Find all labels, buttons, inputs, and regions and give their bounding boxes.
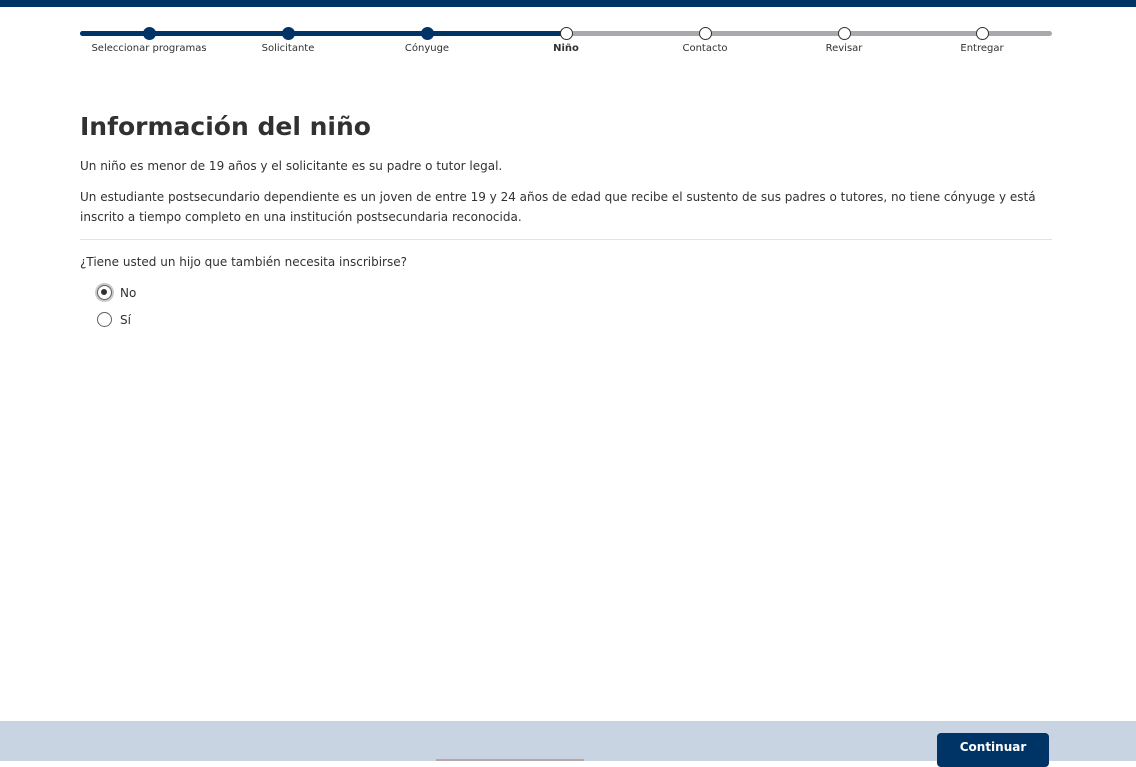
radio-label-si[interactable]: Sí [120,313,131,327]
step-pending-dot-icon [838,27,851,40]
step-current-dot-icon [560,27,573,40]
section-divider [80,239,1052,240]
step-label: Entregar [960,43,1004,54]
radio-option-si[interactable]: Sí [97,306,1052,333]
step-pending-dot-icon [976,27,989,40]
step-label: Seleccionar programas [91,43,207,54]
student-definition-text: Un estudiante postsecundario dependiente… [80,190,1036,224]
step-label: Contacto [682,43,728,54]
step-label: Cónyuge [404,43,450,54]
main-content: Información del niño Un niño es menor de… [80,110,1052,333]
step-pending-dot-icon [699,27,712,40]
footer-bar: Continuar [0,721,1136,767]
continue-button[interactable]: Continuar [937,733,1049,767]
child-question-label: ¿Tiene usted un hijo que también necesit… [80,255,407,269]
top-banner-bar [0,0,1136,7]
step-label: Revisar [825,43,863,54]
step-complete-dot-icon [421,27,434,40]
step-complete-dot-icon [143,27,156,40]
page-title: Información del niño [80,112,371,141]
step-label-current: Niño [553,43,579,54]
radio-option-no[interactable]: No [97,279,1052,306]
progress-stepper: Seleccionar programas Solicitante Cónyug… [80,24,1052,64]
radio-checked-icon[interactable] [97,285,112,300]
child-definition-text: Un niño es menor de 19 años y el solicit… [80,159,503,173]
radio-unchecked-icon[interactable] [97,312,112,327]
child-radio-group: No Sí [80,279,1052,333]
step-label: Solicitante [261,43,315,54]
radio-label-no[interactable]: No [120,286,136,300]
step-complete-dot-icon [282,27,295,40]
